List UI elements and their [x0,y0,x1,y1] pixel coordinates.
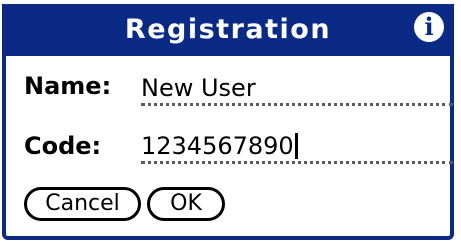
ok-button[interactable]: OK [147,187,225,221]
code-label: Code: [24,132,102,160]
dialog-title: Registration [124,14,332,45]
text-cursor [294,133,298,159]
name-field-value: New User [141,74,256,102]
info-icon[interactable]: i [414,12,444,42]
name-field[interactable]: New User [141,72,453,106]
code-field-value: 1234567890 [141,132,294,160]
cancel-button[interactable]: Cancel [24,187,141,221]
name-label: Name: [24,72,112,100]
dialog-title-bar: Registration i [2,4,454,56]
code-field[interactable]: 1234567890 [141,130,453,164]
